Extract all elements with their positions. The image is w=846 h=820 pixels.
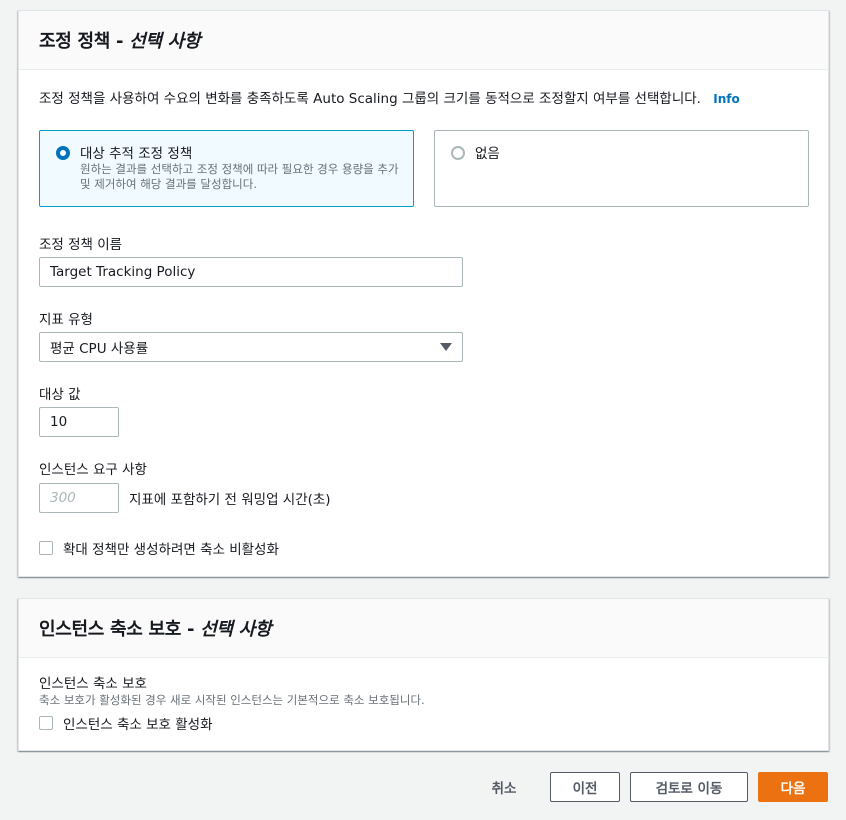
- target-value-input[interactable]: 10: [39, 407, 119, 437]
- scaling-policy-description: 조정 정책을 사용하여 수요의 변화를 충족하도록 Auto Scaling 그…: [39, 87, 740, 107]
- scale-in-protection-checkbox[interactable]: [39, 716, 53, 730]
- none-radio[interactable]: [451, 146, 465, 160]
- disable-scale-in-row[interactable]: 확대 정책만 생성하려면 축소 비활성화: [39, 538, 279, 558]
- target-tracking-label: 대상 추적 조정 정책: [80, 146, 193, 162]
- skip-to-review-button[interactable]: 검토로 이동: [630, 772, 748, 802]
- scaling-policy-header: 조정 정책 - 선택 사항: [19, 11, 828, 70]
- scale-in-protection-checkbox-label: 인스턴스 축소 보호 활성화: [63, 717, 213, 733]
- scaling-policy-title: 조정 정책 -: [39, 31, 124, 52]
- warmup-placeholder: 300: [50, 490, 76, 506]
- warmup-suffix: 지표에 포함하기 전 워밍업 시간(초): [129, 492, 331, 508]
- target-value-value: 10: [50, 414, 68, 430]
- disable-scale-in-label: 확대 정책만 생성하려면 축소 비활성화: [63, 542, 279, 558]
- scaling-policy-description-text: 조정 정책을 사용하여 수요의 변화를 충족하도록 Auto Scaling 그…: [39, 91, 701, 107]
- scale-in-protection-field-description: 축소 보호가 활성화된 경우 새로 시작된 인스턴스는 기본적으로 축소 보호됩…: [39, 693, 425, 707]
- metric-type-select[interactable]: 평균 CPU 사용률: [39, 332, 463, 362]
- none-label: 없음: [475, 146, 500, 162]
- scale-in-protection-row[interactable]: 인스턴스 축소 보호 활성화: [39, 713, 213, 733]
- scaling-policy-optional: 선택 사항: [129, 31, 201, 52]
- policy-name-input[interactable]: Target Tracking Policy: [39, 257, 463, 287]
- scaling-policy-panel: 조정 정책 - 선택 사항 조정 정책을 사용하여 수요의 변화를 충족하도록 …: [18, 10, 829, 577]
- info-link[interactable]: Info: [713, 92, 739, 106]
- target-tracking-option[interactable]: 대상 추적 조정 정책 원하는 결과를 선택하고 조정 정책에 따라 필요한 경…: [39, 130, 414, 207]
- policy-name-value: Target Tracking Policy: [50, 264, 196, 280]
- policy-name-label: 조정 정책 이름: [39, 237, 123, 253]
- scale-in-protection-optional: 선택 사항: [200, 619, 272, 640]
- target-value-label: 대상 값: [39, 387, 81, 403]
- scale-in-protection-header: 인스턴스 축소 보호 - 선택 사항: [19, 599, 828, 658]
- next-button[interactable]: 다음: [758, 772, 828, 802]
- scale-in-protection-title: 인스턴스 축소 보호 -: [39, 619, 195, 640]
- metric-type-label: 지표 유형: [39, 312, 93, 328]
- scale-in-protection-field-label: 인스턴스 축소 보호: [39, 676, 147, 692]
- target-tracking-radio[interactable]: [56, 146, 70, 160]
- cancel-button[interactable]: 취소: [478, 772, 530, 802]
- instance-requirements-label: 인스턴스 요구 사항: [39, 462, 147, 478]
- disable-scale-in-checkbox[interactable]: [39, 541, 53, 555]
- metric-type-value: 평균 CPU 사용률: [50, 341, 149, 357]
- scale-in-protection-panel: 인스턴스 축소 보호 - 선택 사항 인스턴스 축소 보호 축소 보호가 활성화…: [18, 598, 829, 751]
- target-tracking-description: 원하는 결과를 선택하고 조정 정책에 따라 필요한 경우 용량을 추가 및 제…: [80, 162, 399, 191]
- warmup-input[interactable]: 300: [39, 483, 119, 513]
- none-option[interactable]: 없음: [434, 130, 809, 207]
- previous-button[interactable]: 이전: [550, 772, 620, 802]
- caret-down-icon: [440, 343, 452, 351]
